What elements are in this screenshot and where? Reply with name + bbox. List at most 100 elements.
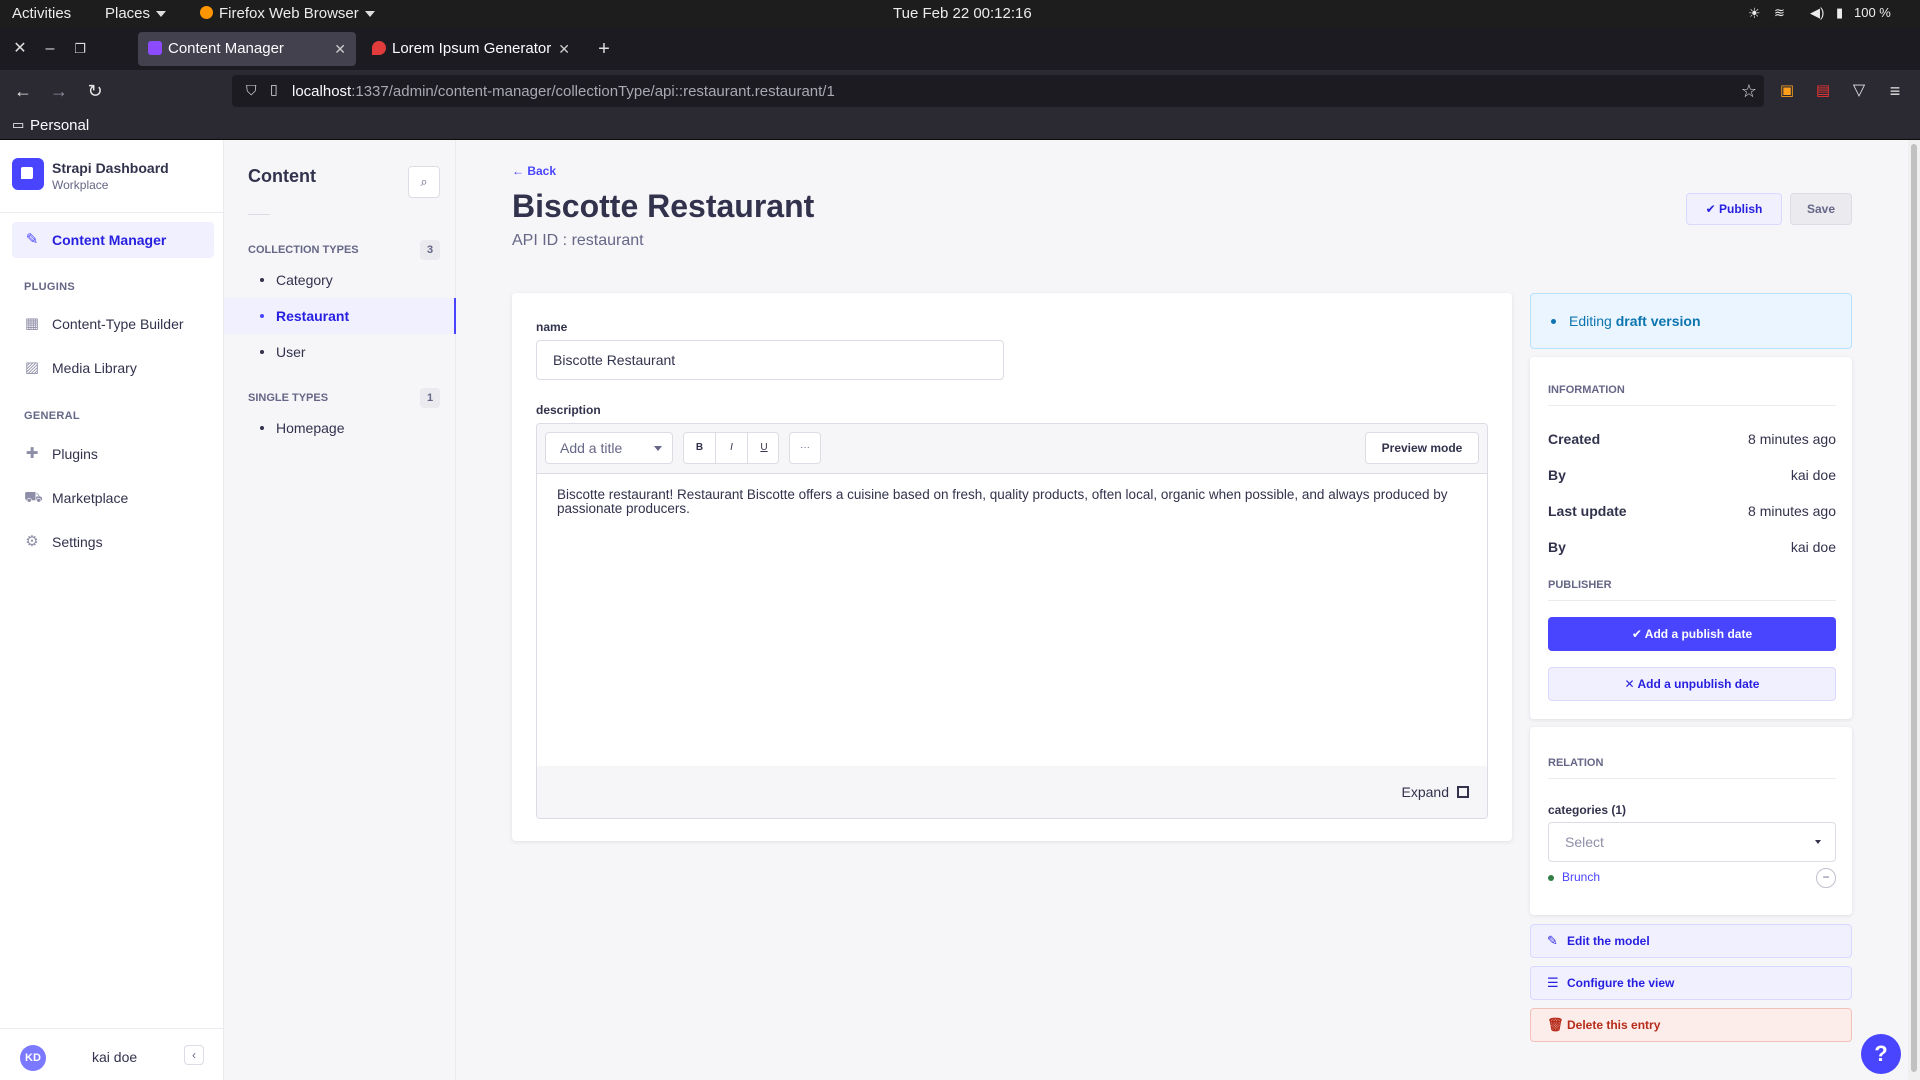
tab-content-manager[interactable]: Content Manager ✕: [138, 32, 356, 66]
created-by-value: kai doe: [1790, 467, 1836, 483]
close-tab-icon[interactable]: ✕: [558, 32, 570, 66]
relation-item-brunch[interactable]: Brunch: [1548, 870, 1600, 884]
bookmark-star-icon[interactable]: ☆: [1738, 80, 1760, 102]
relation-card: RELATION categories (1) Select Brunch −: [1530, 727, 1852, 915]
single-types-count: 1: [420, 388, 440, 408]
cart-icon: ⛟: [24, 489, 43, 506]
check-icon: ✔: [1631, 627, 1645, 641]
back-link[interactable]: ← Back: [512, 164, 556, 178]
expand-button[interactable]: Expand: [1402, 784, 1469, 800]
restore-window-icon[interactable]: ❐: [70, 39, 90, 59]
bookmark-folder-personal[interactable]: Personal: [30, 117, 89, 134]
arrow-left-icon: ←: [512, 164, 528, 178]
collection-types-count: 3: [420, 240, 440, 260]
nav-item-marketplace[interactable]: ⛟ Marketplace: [12, 480, 214, 516]
form-card: name Biscotte Restaurant description Add…: [512, 293, 1512, 841]
close-tab-icon[interactable]: ✕: [334, 32, 346, 66]
extension-v-icon[interactable]: ▽: [1848, 80, 1870, 102]
extension-icon[interactable]: ▣: [1776, 80, 1798, 102]
activities-button[interactable]: Activities: [12, 5, 71, 22]
url-bar[interactable]: ⛉ ▯ localhost:1337/admin/content-manager…: [232, 75, 1764, 107]
url-text[interactable]: localhost:1337/admin/content-manager/col…: [292, 83, 835, 100]
firefox-icon: [200, 6, 213, 19]
clock[interactable]: Tue Feb 22 00:12:16: [893, 5, 1032, 22]
categories-select[interactable]: Select: [1548, 822, 1836, 862]
close-icon: ✕: [1624, 677, 1638, 691]
editor-footer: Expand: [537, 766, 1487, 818]
updated-by-label: By: [1548, 539, 1566, 555]
trash-icon: 🗑: [1547, 1017, 1564, 1032]
italic-button[interactable]: I: [716, 433, 748, 463]
tab-lorem-ipsum[interactable]: Lorem Ipsum Generator ✕: [362, 32, 580, 66]
publisher-header: PUBLISHER: [1548, 579, 1612, 591]
nav-item-content-manager[interactable]: ✎ Content Manager: [12, 222, 214, 258]
avatar[interactable]: KD: [20, 1045, 46, 1071]
strapi-favicon-icon: [148, 41, 162, 55]
image-icon: ▨: [24, 359, 40, 376]
page-scrollbar[interactable]: [1908, 140, 1920, 1080]
edit-view: ← Back Biscotte Restaurant API ID : rest…: [456, 140, 1900, 1080]
pencil-square-icon: ✎: [25, 231, 39, 248]
new-tab-button[interactable]: +: [594, 39, 614, 59]
back-arrow-icon[interactable]: ←: [12, 80, 34, 102]
browser-nav-bar: ← → ↻ ⛉ ▯ localhost:1337/admin/content-m…: [0, 70, 1920, 112]
editor-textarea[interactable]: Biscotte restaurant! Restaurant Biscotte…: [537, 474, 1487, 766]
rich-text-editor: Add a title B I U ··· Preview mode Bisco…: [536, 423, 1488, 819]
search-button[interactable]: ⌕: [408, 166, 440, 198]
page-icon[interactable]: ▯: [270, 81, 278, 98]
scrollbar-thumb[interactable]: [1911, 144, 1917, 1072]
subnav-item-restaurant[interactable]: Restaurant: [224, 298, 456, 334]
format-button-group: B I U: [683, 432, 779, 464]
minimize-window-icon[interactable]: –: [40, 39, 60, 59]
edit-model-button[interactable]: ✎ Edit the model: [1530, 924, 1852, 958]
more-options-button[interactable]: ···: [789, 432, 821, 464]
wifi-icon: ≋: [1774, 5, 1785, 20]
save-button[interactable]: Save: [1790, 193, 1852, 225]
remove-relation-button[interactable]: −: [1816, 868, 1836, 888]
configure-view-button[interactable]: ☰ Configure the view: [1530, 966, 1852, 1000]
name-label: name: [536, 320, 568, 334]
pencil-icon: ✎: [1547, 933, 1558, 948]
underline-button[interactable]: U: [748, 433, 780, 463]
nav-divider: [0, 212, 224, 213]
subnav-divider: [248, 214, 270, 215]
divider: [1548, 778, 1836, 779]
close-window-icon[interactable]: ✕: [10, 39, 30, 59]
chevron-down-icon: [156, 11, 167, 18]
shield-icon[interactable]: ⛉: [246, 82, 257, 99]
user-name[interactable]: kai doe: [92, 1049, 137, 1065]
preview-mode-button[interactable]: Preview mode: [1365, 432, 1479, 464]
delete-entry-button[interactable]: 🗑 Delete this entry: [1530, 1008, 1852, 1042]
add-publish-date-button[interactable]: ✔ Add a publish date: [1548, 617, 1836, 651]
menu-hamburger-icon[interactable]: ≡: [1884, 80, 1906, 102]
help-button[interactable]: ?: [1861, 1034, 1901, 1074]
extension-flag-icon[interactable]: ▤: [1812, 80, 1834, 102]
subnav-item-category[interactable]: Category: [224, 262, 456, 298]
brand-subtitle: Workplace: [52, 178, 109, 192]
divider: [1548, 600, 1836, 601]
app-menu[interactable]: Firefox Web Browser: [200, 5, 375, 22]
places-menu[interactable]: Places: [105, 5, 167, 22]
collapse-nav-button[interactable]: ‹: [184, 1045, 204, 1065]
nav-item-plugins[interactable]: ✚ Plugins: [12, 436, 214, 472]
nav-item-settings[interactable]: ⚙ Settings: [12, 524, 214, 560]
publish-button[interactable]: ✔ Publish: [1686, 193, 1782, 225]
battery-level[interactable]: 100 %: [1854, 5, 1891, 20]
brand-title: Strapi Dashboard: [52, 160, 169, 176]
folder-icon: ▭: [12, 117, 25, 132]
subnav-item-user[interactable]: User: [224, 334, 456, 370]
search-icon: ⌕: [420, 174, 428, 189]
add-unpublish-date-button[interactable]: ✕ Add a unpublish date: [1548, 667, 1836, 701]
nav-item-content-type-builder[interactable]: ▦ Content-Type Builder: [12, 306, 214, 342]
heading-select[interactable]: Add a title: [545, 432, 673, 464]
collection-types-header: COLLECTION TYPES: [248, 244, 359, 256]
gear-icon: ⚙: [25, 533, 39, 550]
lorem-favicon-icon: [372, 41, 386, 55]
nav-item-media-library[interactable]: ▨ Media Library: [12, 350, 214, 386]
forward-arrow-icon[interactable]: →: [48, 80, 70, 102]
divider: [1548, 405, 1836, 406]
name-input[interactable]: Biscotte Restaurant: [536, 340, 1004, 380]
reload-icon[interactable]: ↻: [84, 80, 106, 102]
bold-button[interactable]: B: [684, 433, 716, 463]
subnav-item-homepage[interactable]: Homepage: [224, 410, 456, 446]
